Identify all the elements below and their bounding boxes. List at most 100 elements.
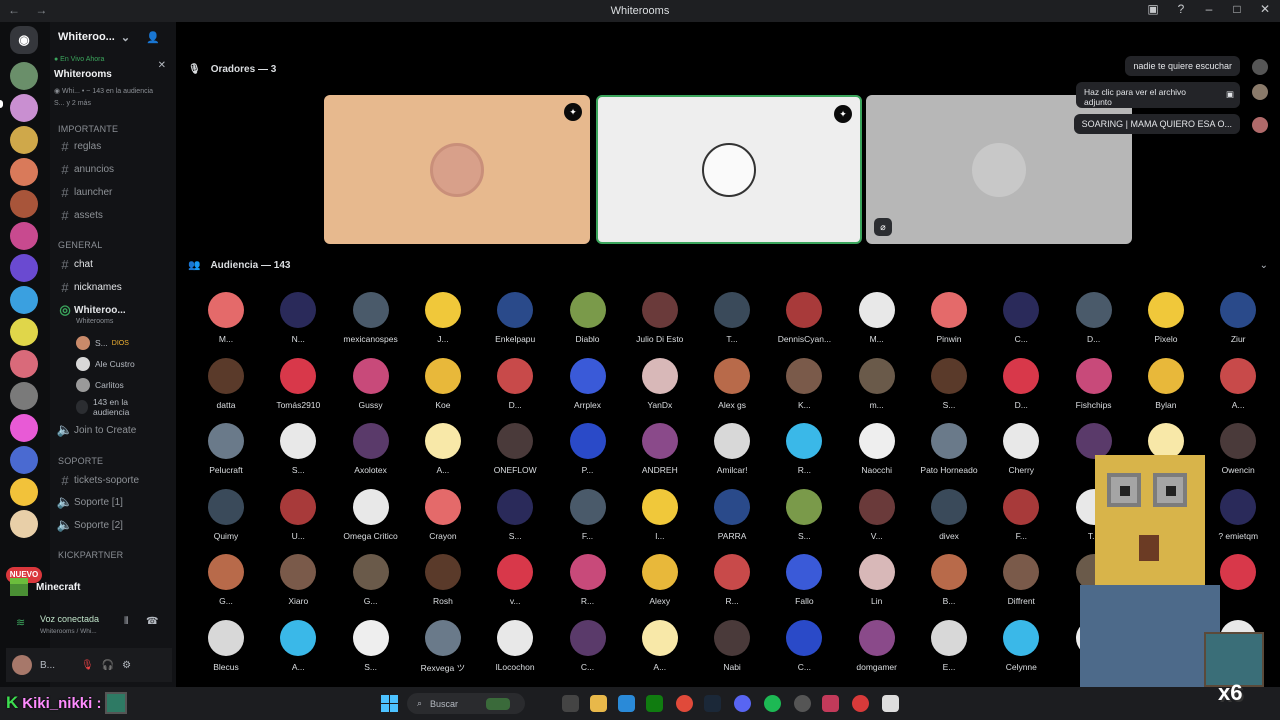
audience-member[interactable]: Pinwin: [913, 292, 985, 344]
audience-member[interactable]: S...: [479, 488, 551, 541]
add-member-icon[interactable]: 👤: [146, 31, 160, 44]
audience-member[interactable]: S...: [913, 357, 985, 410]
audience-count[interactable]: 143 en la audiencia: [76, 397, 156, 417]
windows-start-icon[interactable]: [381, 695, 398, 712]
audience-member[interactable]: Amilcar!: [696, 423, 768, 475]
close-button[interactable]: ✕: [1256, 2, 1274, 16]
server-icon[interactable]: [10, 414, 38, 442]
audience-member[interactable]: YanDx: [624, 357, 696, 410]
obs-icon[interactable]: [794, 695, 811, 712]
collapse-chevron-icon[interactable]: ⌄: [1260, 260, 1268, 271]
audience-member[interactable]: Alexy: [624, 554, 696, 606]
category-support[interactable]: SOPORTE: [58, 456, 103, 466]
audience-member[interactable]: Arrplex: [552, 357, 624, 410]
audience-member[interactable]: Omega Critico: [335, 488, 407, 541]
voice-user[interactable]: Ale Custro: [76, 357, 135, 371]
audience-member[interactable]: mexicanospes: [335, 292, 407, 344]
audience-member[interactable]: Ziur: [1202, 292, 1274, 344]
minimize-button[interactable]: –: [1200, 2, 1218, 16]
server-icon[interactable]: [10, 286, 38, 314]
audience-member[interactable]: Xiaro: [262, 554, 334, 606]
audience-member[interactable]: S...: [768, 488, 840, 541]
audience-member[interactable]: M...: [190, 292, 262, 344]
audience-member[interactable]: Gussy: [335, 357, 407, 410]
server-icon[interactable]: [10, 510, 38, 538]
audience-member[interactable]: N...: [262, 292, 334, 344]
noise-suppression-icon[interactable]: ⦀: [124, 616, 128, 627]
audience-member[interactable]: Fishchips: [1058, 357, 1130, 410]
audience-member[interactable]: C...: [768, 619, 840, 672]
server-icon[interactable]: [10, 222, 38, 250]
audience-member[interactable]: Tomás2910: [262, 357, 334, 410]
audience-member[interactable]: Naocchi: [841, 423, 913, 475]
chat-bubble[interactable]: SOARING | MAMA QUIERO ESA O...: [1073, 114, 1240, 134]
channel-item[interactable]: # tickets-soporte: [56, 470, 172, 490]
audience-member[interactable]: Crayon: [407, 488, 479, 541]
audience-member[interactable]: Blecus: [190, 619, 262, 672]
app-icon[interactable]: [852, 695, 869, 712]
disconnect-icon[interactable]: ☎: [146, 616, 158, 627]
server-icon[interactable]: [10, 94, 38, 122]
audience-member[interactable]: A...: [1202, 357, 1274, 410]
channel-item[interactable]: # assets: [56, 205, 172, 225]
audience-member[interactable]: I...: [624, 488, 696, 541]
audience-member[interactable]: C...: [985, 292, 1057, 344]
audience-member[interactable]: R...: [696, 554, 768, 606]
mic-muted-icon[interactable]: 🎙: [81, 660, 94, 671]
audience-member[interactable]: D...: [985, 357, 1057, 410]
audience-member[interactable]: Pelucraft: [190, 423, 262, 475]
join-to-create-channel[interactable]: 🔈 Join to Create: [56, 420, 172, 440]
audience-member[interactable]: C...: [552, 619, 624, 672]
audience-member[interactable]: divex: [913, 488, 985, 541]
voice-user[interactable]: S... DIOS: [76, 336, 129, 350]
audience-member[interactable]: U...: [262, 488, 334, 541]
server-icon[interactable]: [10, 190, 38, 218]
xbox-icon[interactable]: [646, 695, 663, 712]
audience-member[interactable]: G...: [190, 554, 262, 606]
avatar[interactable]: [12, 655, 32, 675]
audience-member[interactable]: Quimy: [190, 488, 262, 541]
task-view-icon[interactable]: [562, 695, 579, 712]
app-icon[interactable]: [882, 695, 899, 712]
discord-home-icon[interactable]: ◉: [10, 26, 38, 54]
audience-member[interactable]: Enkelpapu: [479, 292, 551, 344]
channel-item[interactable]: # nicknames: [56, 277, 172, 297]
audience-member[interactable]: A...: [407, 423, 479, 475]
server-icon[interactable]: [10, 158, 38, 186]
audience-member[interactable]: Rexvega ツ: [407, 619, 479, 674]
audience-member[interactable]: Diablo: [552, 292, 624, 344]
channel-item[interactable]: 🔈 Soporte [2]: [56, 515, 172, 535]
store-icon[interactable]: [618, 695, 635, 712]
audience-member[interactable]: datta: [190, 357, 262, 410]
channel-item[interactable]: # launcher: [56, 182, 172, 202]
server-icon[interactable]: [10, 382, 38, 410]
maximize-button[interactable]: □: [1228, 2, 1246, 16]
audience-member[interactable]: v...: [479, 554, 551, 606]
audience-member[interactable]: Axolotex: [335, 423, 407, 475]
audience-member[interactable]: S...: [335, 619, 407, 672]
taskbar-search[interactable]: ⌕ Buscar: [407, 693, 525, 714]
inbox-icon[interactable]: ▣: [1144, 2, 1162, 16]
audience-member[interactable]: T...: [696, 292, 768, 344]
audience-member[interactable]: V...: [841, 488, 913, 541]
audience-member[interactable]: Koe: [407, 357, 479, 410]
audience-member[interactable]: M...: [841, 292, 913, 344]
channel-item[interactable]: 🔈 Soporte [1]: [56, 492, 172, 512]
speaker-tile-active[interactable]: ✦: [596, 95, 862, 244]
audience-member[interactable]: ANDREH: [624, 423, 696, 475]
audience-member[interactable]: domgamer: [841, 619, 913, 672]
audience-member[interactable]: R...: [768, 423, 840, 475]
channel-item[interactable]: # reglas: [56, 136, 172, 156]
close-icon[interactable]: ✕: [158, 60, 166, 71]
file-explorer-icon[interactable]: [590, 695, 607, 712]
activity-row[interactable]: Minecraft: [10, 576, 170, 598]
audience-member[interactable]: P...: [552, 423, 624, 475]
server-icon[interactable]: [10, 478, 38, 506]
audience-member[interactable]: Pixelo: [1130, 292, 1202, 344]
category-general[interactable]: GENERAL: [58, 240, 102, 250]
audience-member[interactable]: Lin: [841, 554, 913, 606]
chevron-down-icon[interactable]: ⌄: [121, 31, 130, 44]
chat-bubble[interactable]: nadie te quiere escuchar: [1125, 56, 1240, 76]
audience-member[interactable]: Bylan: [1130, 357, 1202, 410]
audience-member[interactable]: A...: [624, 619, 696, 672]
